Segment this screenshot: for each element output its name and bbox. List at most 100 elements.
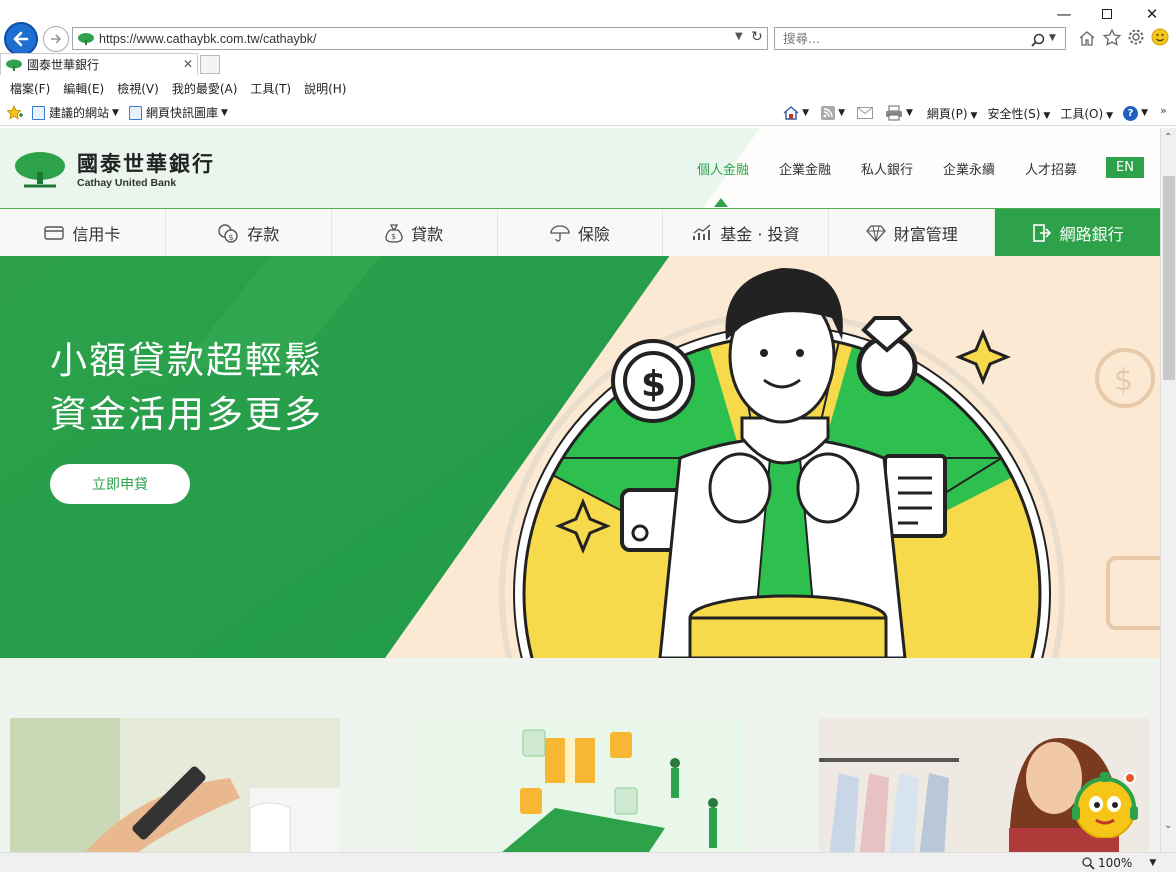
suggested-sites-link[interactable]: 建議的網站 ▼ — [32, 104, 119, 121]
nav-insurance[interactable]: 保險 — [498, 209, 664, 256]
svg-text:$: $ — [641, 364, 666, 405]
top-link-private-banking[interactable]: 私人銀行 — [861, 159, 913, 178]
smiley-feedback-icon[interactable] — [1151, 28, 1169, 46]
login-door-icon — [1032, 223, 1051, 242]
forward-button[interactable] — [43, 26, 69, 52]
feeds-button[interactable]: ▼ — [821, 106, 845, 120]
nav-funds-investment[interactable]: 基金 · 投資 — [663, 209, 830, 256]
brand-name[interactable]: 國泰世華銀行 — [77, 148, 215, 178]
vertical-scrollbar[interactable]: ⌃ ⌄ — [1160, 128, 1176, 852]
add-favorite-star-icon[interactable] — [6, 104, 24, 121]
menu-view[interactable]: 檢視(V) — [117, 80, 159, 97]
chevron-down-icon: ▼ — [802, 108, 810, 118]
favorites-star-icon[interactable] — [1102, 28, 1122, 48]
ie-page-icon — [128, 105, 142, 120]
forward-arrow-icon — [51, 34, 62, 44]
home-icon — [783, 106, 799, 120]
promo-card-1[interactable] — [10, 718, 340, 852]
scroll-up-arrow-icon[interactable]: ⌃ — [1164, 132, 1172, 143]
chevron-more-icon[interactable]: » — [1160, 104, 1167, 117]
chevron-down-icon: ▼ — [1106, 110, 1114, 121]
chatbot-assistant-button[interactable] — [1070, 768, 1140, 839]
address-bar[interactable]: https://www.cathaybk.com.tw/cathaybk/ ▼ … — [72, 27, 768, 50]
help-button[interactable]: ? ▼ — [1123, 105, 1148, 121]
tab-close-icon[interactable]: ✕ — [183, 57, 193, 71]
chevron-down-icon: ▼ — [112, 107, 119, 118]
cathay-tree-logo-icon[interactable] — [14, 150, 66, 190]
menu-help[interactable]: 說明(H) — [304, 80, 346, 97]
language-en-button[interactable]: EN — [1106, 157, 1144, 178]
hero-headline-line2: 資金活用多更多 — [50, 393, 323, 436]
nav-funds-investment-label: 基金 · 投資 — [720, 224, 800, 244]
home-icon[interactable] — [1078, 29, 1096, 47]
brand-english-name: Cathay United Bank — [77, 177, 177, 189]
maximize-button[interactable] — [1093, 4, 1121, 24]
promo-card-2[interactable] — [415, 718, 745, 852]
url-text: https://www.cathaybk.com.tw/cathaybk/ — [99, 31, 317, 46]
nav-loan-label: 貸款 — [411, 224, 444, 244]
hero-headline: 小額貸款超輕鬆 資金活用多更多 — [50, 334, 323, 442]
search-icon[interactable] — [1031, 33, 1045, 47]
zoom-level: 100% — [1098, 856, 1133, 870]
search-input[interactable] — [783, 31, 1023, 46]
help-question-icon: ? — [1123, 105, 1139, 121]
close-window-button[interactable]: ✕ — [1138, 4, 1166, 24]
svg-text:$: $ — [229, 233, 234, 242]
web-slice-gallery-label: 網頁快訊圖庫 — [145, 106, 218, 120]
active-indicator-icon — [714, 198, 728, 207]
search-box[interactable]: ▼ — [774, 27, 1066, 50]
top-link-careers[interactable]: 人才招募 — [1025, 159, 1077, 178]
back-arrow-icon — [13, 31, 29, 47]
new-tab-button[interactable] — [200, 55, 220, 74]
top-link-sustainability[interactable]: 企業永續 — [943, 159, 995, 178]
settings-gear-icon[interactable] — [1127, 28, 1145, 46]
printer-icon — [885, 105, 902, 121]
read-mail-button[interactable] — [856, 107, 873, 119]
page-menu-button[interactable]: 網頁(P) ▼ — [927, 105, 978, 122]
scroll-down-arrow-icon[interactable]: ⌄ — [1164, 820, 1172, 831]
refresh-icon[interactable]: ↻ — [751, 29, 763, 45]
chevron-down-icon: ▼ — [970, 110, 978, 121]
nav-credit-card[interactable]: 信用卡 — [0, 209, 166, 256]
print-button[interactable]: ▼ — [885, 105, 913, 121]
coins-icon: $ — [218, 223, 238, 243]
tools-menu-label: 工具(O) — [1060, 106, 1104, 121]
menu-file[interactable]: 檔案(F) — [10, 80, 50, 97]
web-page-viewport: $ $ 小額貸款超輕鬆 資金活用多更多 立即申貸 國泰世華銀行 Cathay U… — [0, 128, 1160, 852]
main-navigation: 信用卡 $ 存款 $ 貸款 保險 基金 · 投資 財富管理 網路銀行 — [0, 208, 1160, 256]
nav-online-banking[interactable]: 網路銀行 — [995, 209, 1160, 256]
minimize-button[interactable]: — — [1050, 4, 1078, 24]
gift-app-illustration — [415, 718, 745, 852]
hero-headline-line1: 小額貸款超輕鬆 — [50, 339, 323, 382]
diamond-icon — [865, 224, 886, 242]
tab-favicon-icon — [6, 59, 22, 71]
browser-tab[interactable]: 國泰世華銀行 ✕ — [0, 53, 198, 75]
home-cmd-button[interactable]: ▼ — [783, 105, 809, 121]
menu-favorites[interactable]: 我的最愛(A) — [172, 80, 238, 97]
zoom-control[interactable]: 100% ▼ — [1082, 856, 1156, 870]
suggested-sites-label: 建議的網站 — [49, 106, 110, 120]
svg-text:$: $ — [391, 232, 396, 241]
top-link-corporate[interactable]: 企業金融 — [779, 159, 831, 178]
nav-credit-card-label: 信用卡 — [72, 224, 121, 244]
chevron-down-icon: ▼ — [220, 107, 228, 118]
credit-card-icon — [44, 225, 65, 240]
web-slice-gallery-link[interactable]: 網頁快訊圖庫 ▼ — [128, 104, 228, 121]
zoom-magnifier-icon — [1082, 856, 1095, 870]
apply-loan-button[interactable]: 立即申貸 — [50, 464, 190, 504]
nav-deposit[interactable]: $ 存款 — [166, 209, 332, 256]
menu-tools[interactable]: 工具(T) — [250, 80, 291, 97]
nav-wealth-management-label: 財富管理 — [893, 224, 958, 244]
nav-wealth-management[interactable]: 財富管理 — [829, 209, 996, 256]
zoom-dropdown-icon[interactable]: ▼ — [1149, 858, 1156, 868]
top-link-personal[interactable]: 個人金融 — [697, 159, 749, 178]
search-dropdown-icon[interactable]: ▼ — [1049, 33, 1056, 43]
address-dropdown-icon[interactable]: ▼ — [735, 31, 743, 42]
menu-edit[interactable]: 編輯(E) — [63, 80, 104, 97]
site-favicon-icon — [78, 32, 94, 45]
scrollbar-thumb[interactable] — [1163, 176, 1175, 380]
tools-menu-button[interactable]: 工具(O) ▼ — [1060, 105, 1113, 122]
back-button[interactable] — [4, 22, 38, 56]
nav-loan[interactable]: $ 貸款 — [332, 209, 498, 256]
safety-menu-button[interactable]: 安全性(S) ▼ — [987, 105, 1050, 122]
